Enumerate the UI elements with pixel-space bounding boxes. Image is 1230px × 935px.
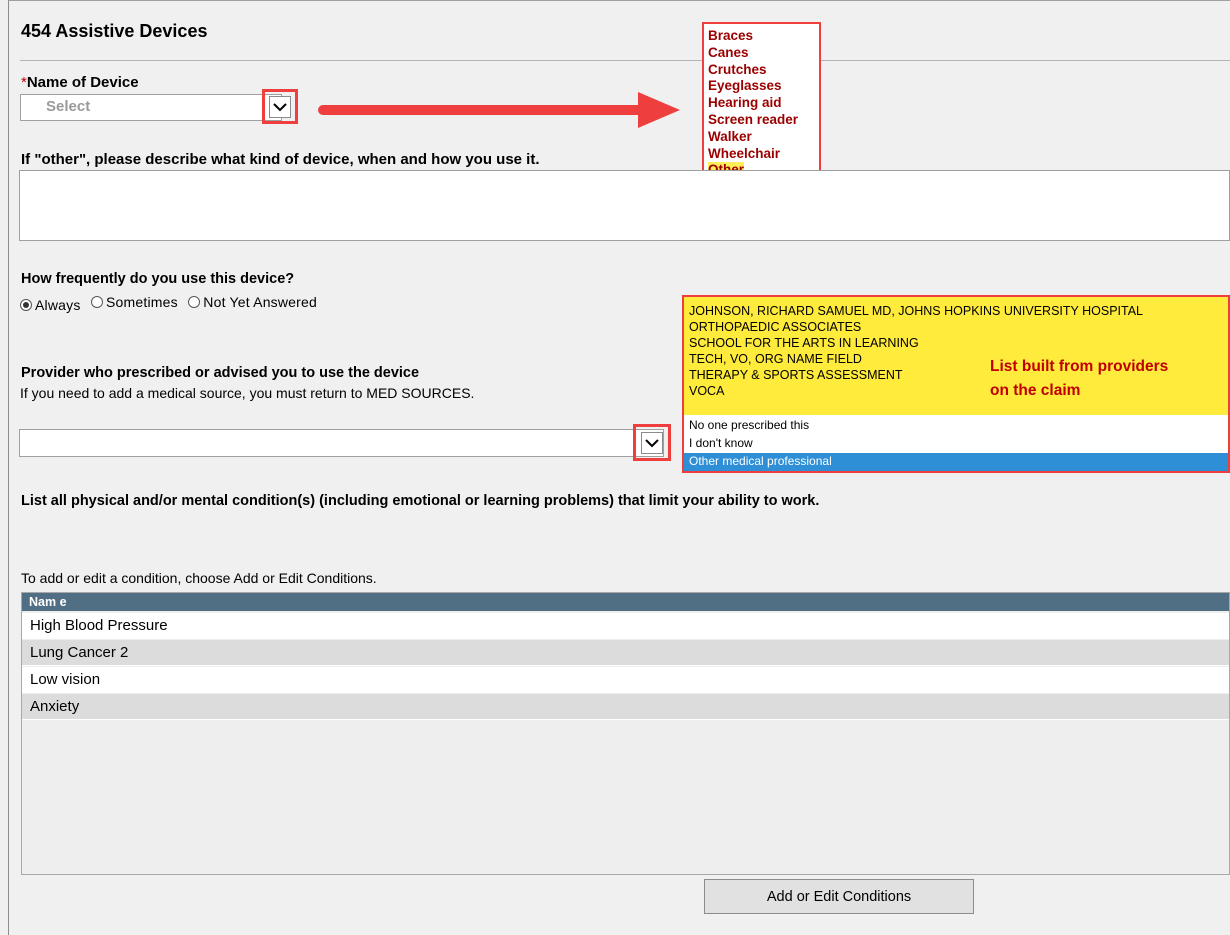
table-row[interactable]: Anxiety — [22, 694, 1229, 720]
table-header-name[interactable]: Nam e — [22, 593, 1229, 611]
conditions-table: Nam e High Blood Pressure Lung Cancer 2 … — [21, 592, 1230, 875]
provider-option[interactable]: TECH, VO, ORG NAME FIELD — [689, 351, 862, 367]
provider-option[interactable]: THERAPY & SPORTS ASSESSMENT — [689, 367, 903, 383]
device-dropdown-button[interactable] — [269, 96, 291, 118]
radio-selected-icon — [20, 299, 32, 311]
table-row[interactable]: High Blood Pressure — [22, 613, 1229, 639]
radio-unselected-icon — [91, 296, 103, 308]
conditions-help-text: To add or edit a condition, choose Add o… — [21, 570, 377, 586]
device-option[interactable]: Screen reader — [708, 112, 819, 129]
annotation-callout: List built from providers on the claim — [990, 355, 1168, 403]
provider-option[interactable]: JOHNSON, RICHARD SAMUEL MD, JOHNS HOPKIN… — [689, 303, 1143, 319]
frequency-label: How frequently do you use this device? — [21, 271, 295, 287]
radio-sometimes[interactable]: Sometimes — [91, 294, 178, 310]
device-label-text: Name of Device — [26, 74, 139, 91]
radio-not-yet-answered[interactable]: Not Yet Answered — [188, 294, 317, 310]
radio-sometimes-label: Sometimes — [106, 294, 178, 310]
device-option[interactable]: Wheelchair — [708, 146, 819, 163]
annotation-arrow-icon — [318, 92, 680, 128]
provider-option[interactable]: ORTHOPAEDIC ASSOCIATES — [689, 319, 861, 335]
other-description-textarea[interactable] — [19, 170, 1230, 241]
provider-label: Provider who prescribed or advised you t… — [21, 365, 420, 381]
radio-always[interactable]: Always — [20, 297, 81, 313]
device-option[interactable]: Walker — [708, 129, 819, 146]
other-description-label: If "other", please describe what kind of… — [21, 151, 540, 168]
radio-always-label: Always — [35, 297, 81, 313]
annotation-callout-line: on the claim — [990, 382, 1081, 399]
table-row[interactable]: Low vision — [22, 667, 1229, 693]
provider-options-list: JOHNSON, RICHARD SAMUEL MD, JOHNS HOPKIN… — [682, 295, 1230, 473]
provider-option[interactable]: No one prescribed this — [689, 417, 809, 433]
device-label: *Name of Device — [21, 74, 139, 91]
device-option[interactable]: Braces — [708, 28, 819, 45]
radio-unselected-icon — [188, 296, 201, 308]
radio-not-yet-answered-label: Not Yet Answered — [203, 294, 318, 310]
provider-option[interactable]: SCHOOL FOR THE ARTS IN LEARNING — [689, 335, 919, 351]
device-option[interactable]: Eyeglasses — [708, 78, 819, 95]
provider-option[interactable]: VOCA — [689, 383, 724, 399]
title-divider — [20, 60, 1230, 61]
device-option[interactable]: Canes — [708, 45, 819, 62]
frequency-radio-group: Always Sometimes Not Yet Answered — [20, 294, 323, 313]
provider-option[interactable]: I don't know — [689, 435, 753, 451]
chevron-down-icon — [645, 439, 659, 448]
device-option[interactable]: Crutches — [708, 62, 819, 79]
provider-option-selected[interactable]: Other medical professional — [684, 453, 1228, 471]
provider-select[interactable] — [19, 429, 664, 457]
conditions-heading: List all physical and/or mental conditio… — [21, 493, 820, 509]
provider-help-text: If you need to add a medical source, you… — [20, 385, 475, 401]
chevron-down-icon — [273, 103, 287, 112]
page-title: 454 Assistive Devices — [21, 21, 208, 41]
annotation-callout-line: List built from providers — [990, 358, 1169, 375]
device-option[interactable]: Hearing aid — [708, 95, 819, 112]
device-select-placeholder: Select — [46, 98, 91, 115]
table-row[interactable]: Lung Cancer 2 — [22, 640, 1229, 666]
provider-dropdown-button[interactable] — [641, 432, 663, 454]
add-or-edit-conditions-button[interactable]: Add or Edit Conditions — [704, 879, 974, 914]
